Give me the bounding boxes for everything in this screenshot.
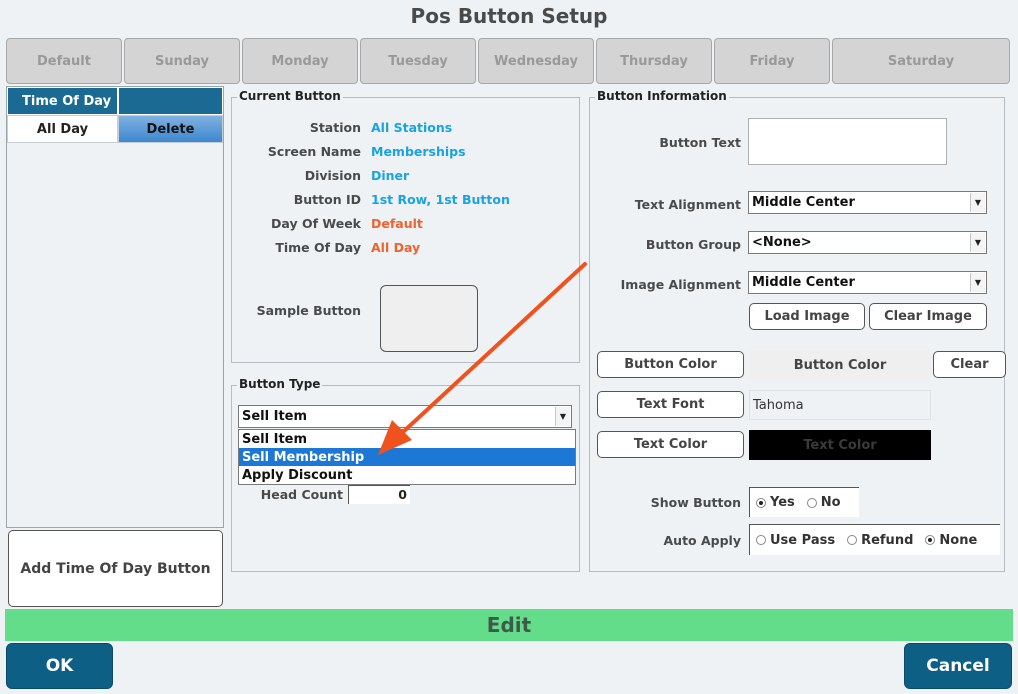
cancel-button[interactable]: Cancel bbox=[904, 643, 1012, 689]
ok-button[interactable]: OK bbox=[6, 643, 113, 689]
annotation-arrow-icon bbox=[378, 262, 587, 455]
mode-bar: Edit bbox=[5, 609, 1013, 641]
